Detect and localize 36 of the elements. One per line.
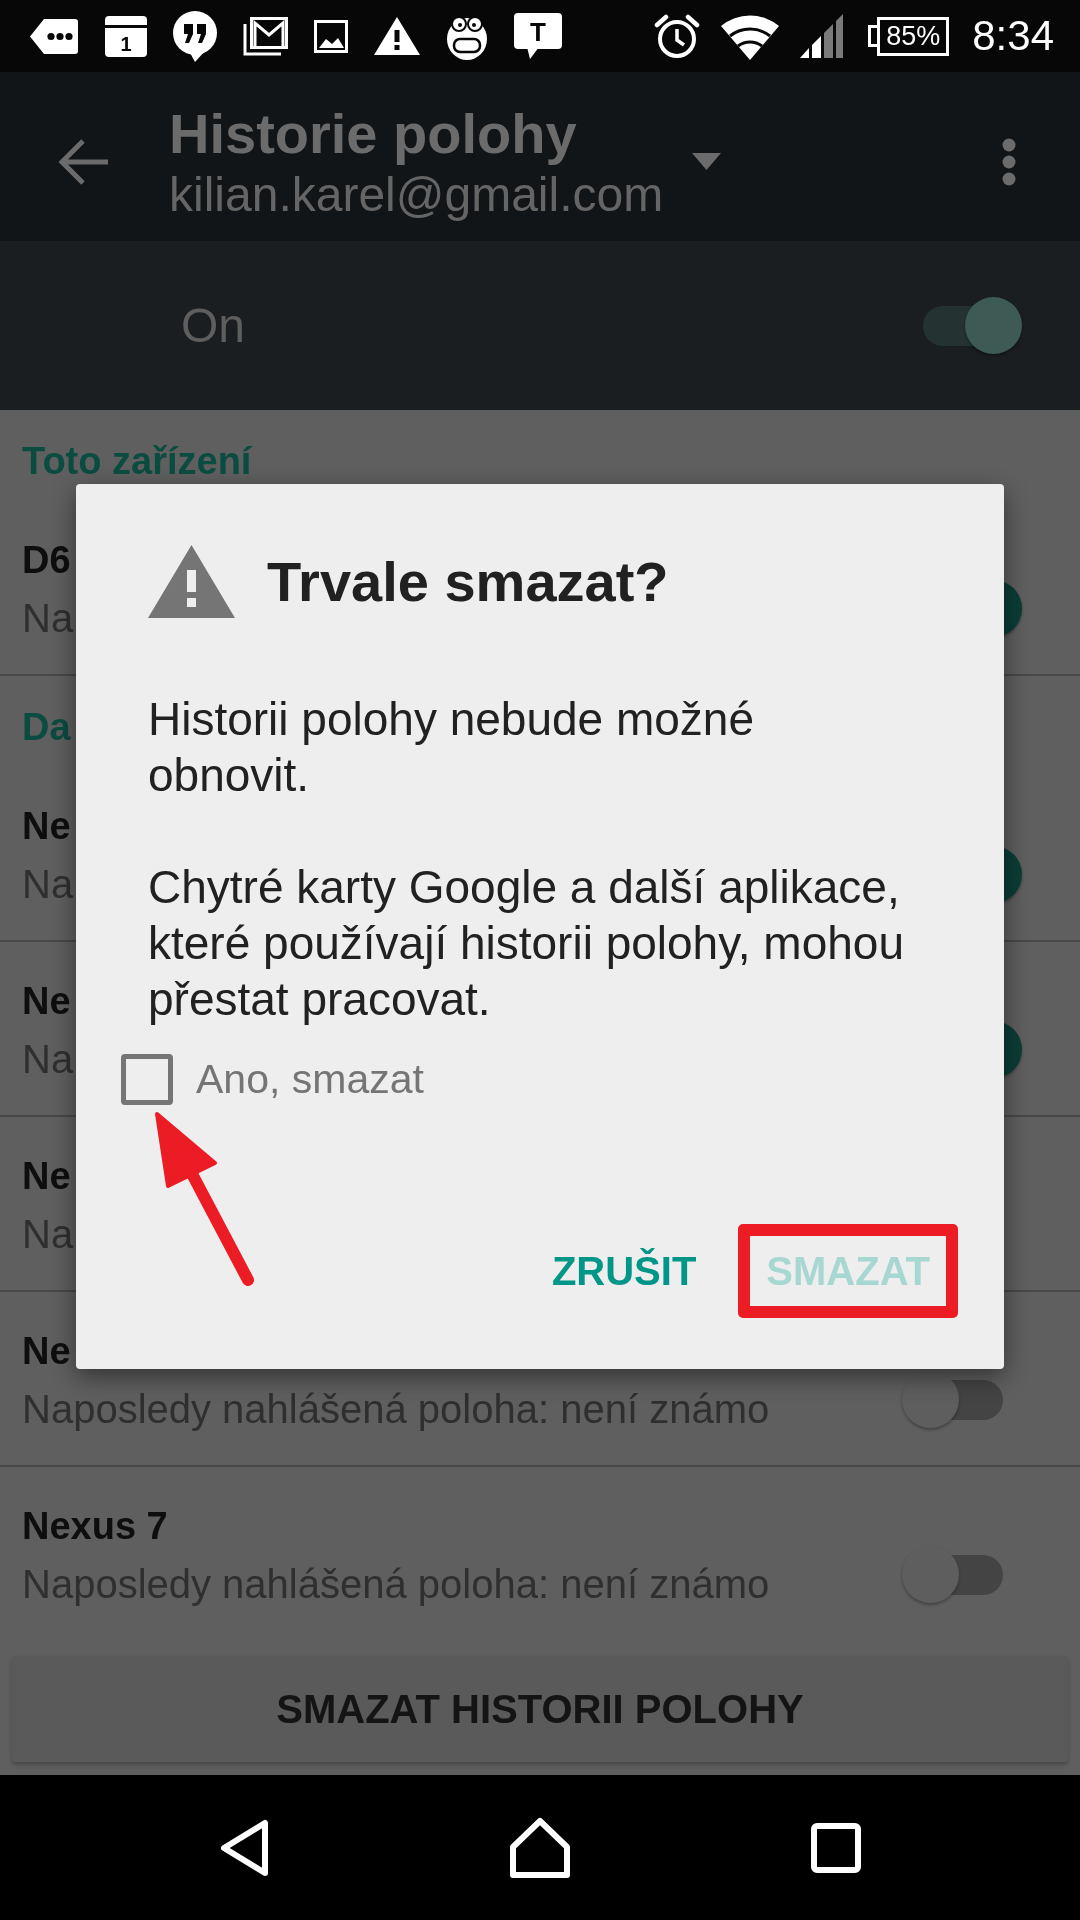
calendar-icon: 1: [105, 15, 147, 57]
checkbox[interactable]: [121, 1054, 173, 1105]
checkbox-label: Ano, smazat: [196, 1056, 424, 1103]
dropdown-caret-icon[interactable]: [692, 153, 722, 170]
alarm-icon: [654, 13, 701, 59]
device-name: Ne: [22, 1154, 71, 1199]
nav-home-icon[interactable]: [509, 1816, 571, 1879]
back-arrow-icon[interactable]: [58, 137, 109, 186]
device-name: Ne: [22, 979, 71, 1024]
more-options-icon[interactable]: [1002, 137, 1016, 186]
warning-icon: [148, 544, 235, 618]
nav-recents-icon[interactable]: [811, 1822, 861, 1873]
quote-bubble-icon: [173, 10, 217, 62]
mail-icon: [243, 16, 288, 56]
status-time: 8:34: [972, 12, 1054, 60]
delete-history-button[interactable]: SMAZAT HISTORII POLOHY: [12, 1656, 1068, 1762]
warning-icon: [374, 17, 420, 55]
switch-label: On: [181, 298, 246, 353]
wifi-icon: [721, 12, 780, 60]
battery-indicator: 85%: [868, 16, 950, 56]
message-dots-icon: [29, 17, 79, 55]
device-name: Nexus 7: [22, 1504, 168, 1549]
section-header: Toto zařízení: [22, 439, 252, 484]
section-header: Da: [22, 705, 71, 750]
dialog-message: Historii polohy nebude možné obnovit.: [148, 692, 756, 803]
device-name: D6: [22, 538, 71, 583]
account-email: kilian.karel@gmail.com: [169, 166, 664, 223]
dialog-button[interactable]: ZRUŠIT: [537, 1241, 711, 1301]
dialog-title: Trvale smazat?: [267, 548, 669, 614]
device-name: Ne: [22, 804, 71, 849]
device-name: Ne: [22, 1329, 71, 1374]
image-icon: [314, 19, 348, 53]
nav-back-icon[interactable]: [219, 1818, 269, 1877]
dialog-button: SMAZAT: [752, 1241, 944, 1301]
screen-title: Historie polohy: [169, 100, 577, 167]
dialog-message: Chytré karty Google a další aplikace, které používají historii polohy, mohou přestat pracovat.: [148, 860, 905, 1027]
